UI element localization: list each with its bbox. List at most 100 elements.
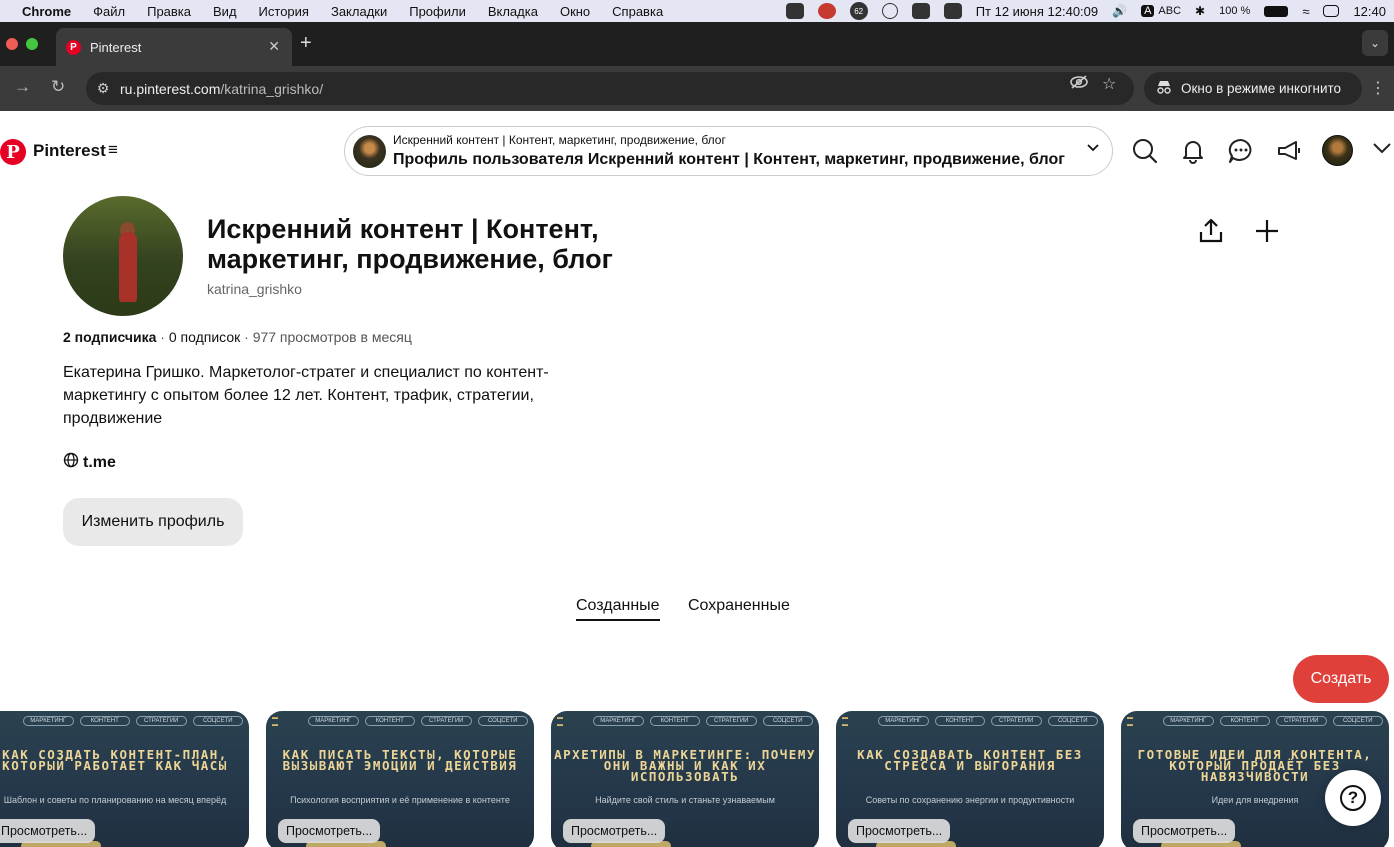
site-settings-icon[interactable]: ⚙ [86, 80, 120, 97]
messages-icon[interactable] [1227, 137, 1257, 167]
menu-edit[interactable]: Правка [147, 4, 191, 19]
help-button[interactable]: ? [1325, 770, 1381, 826]
bookmark-star-icon[interactable]: ☆ [1102, 74, 1116, 94]
menu-bookmarks[interactable]: Закладки [331, 4, 387, 19]
pin-chip: СТРАТЕГИИ [991, 716, 1042, 726]
pin-chip: КОНТЕНТ [1219, 716, 1270, 726]
pin-subtitle: Психология восприятия и её применение в … [290, 795, 510, 805]
account-avatar[interactable] [1322, 135, 1353, 166]
eye-off-icon[interactable] [1069, 74, 1089, 95]
menu-hamburger-icon[interactable]: ≡ [108, 140, 118, 160]
pinterest-favicon-icon: P [66, 39, 81, 55]
keyboard-layout[interactable]: A ABC [1141, 5, 1181, 17]
tab-saved[interactable]: Сохраненные [688, 597, 790, 619]
pin-view-button[interactable]: Просмотреть... [0, 819, 96, 843]
pin-chip: СОЦСЕТИ [762, 716, 813, 726]
profile-name: Искренний контент | Контент, маркетинг, … [207, 214, 613, 274]
menu-help[interactable]: Справка [612, 4, 663, 19]
pin-view-button[interactable]: Просмотреть... [563, 819, 666, 843]
edit-profile-button[interactable]: Изменить профиль [63, 498, 243, 546]
control-center-icon[interactable] [1323, 5, 1340, 17]
menu-history[interactable]: История [259, 4, 309, 19]
pin-view-button[interactable]: Просмотреть... [1133, 819, 1236, 843]
pin-card[interactable]: ▬▬МАРКЕТИНГКОНТЕНТСТРАТЕГИИСОЦСЕТИКАК СО… [836, 711, 1104, 847]
search-icon[interactable] [1131, 137, 1161, 167]
pin-chip-row: МАРКЕТИНГ КОНТЕНТ СТРАТЕГИИ СОЦСЕТИ [266, 711, 534, 731]
screen-tray-icon[interactable] [911, 3, 930, 19]
pin-chip-row: МАРКЕТИНГ КОНТЕНТ СТРАТЕГИИ СОЦСЕТИ [1121, 711, 1389, 731]
browser-tabstrip: P Pinterest ✕ + ⌄ [0, 22, 1394, 66]
pin-chip-row: МАРКЕТИНГ КОНТЕНТ СТРАТЕГИИ СОЦСЕТИ [0, 711, 249, 731]
tab-search-chevron-icon[interactable]: ⌄ [1362, 30, 1388, 56]
tab-title: Pinterest [90, 39, 142, 55]
pin-chip: КОНТЕНТ [649, 716, 700, 726]
menu-tab[interactable]: Вкладка [488, 4, 538, 19]
app-tray-icon[interactable] [785, 3, 804, 19]
tab-created[interactable]: Созданные [576, 597, 660, 621]
date-time[interactable]: Пт 12 июня 12:40:09 [976, 4, 1098, 19]
pin-chip-row: МАРКЕТИНГ КОНТЕНТ СТРАТЕГИИ СОЦСЕТИ [836, 711, 1104, 731]
profile-about: Екатерина Гришко. Маркетолог-стратег и с… [63, 364, 549, 427]
pin-chip: КОНТЕНТ [79, 716, 130, 726]
close-window-button[interactable] [6, 38, 18, 50]
bluetooth-icon[interactable]: ✱ [1195, 4, 1205, 18]
avatar-figure-dress [119, 232, 137, 302]
incognito-indicator[interactable]: Окно в режиме инкогнито [1144, 72, 1362, 105]
menu-view[interactable]: Вид [213, 4, 237, 19]
megaphone-icon[interactable] [1275, 137, 1305, 167]
forward-icon[interactable]: → [14, 77, 31, 97]
volume-icon[interactable]: 🔊 [1112, 4, 1127, 18]
menu-file[interactable]: Файл [93, 4, 125, 19]
pin-chip: КОНТЕНТ [934, 716, 985, 726]
website-label: t.me [83, 453, 116, 471]
menu-profiles[interactable]: Профили [409, 4, 466, 19]
pin-chip: СОЦСЕТИ [1047, 716, 1098, 726]
pinterest-logo-icon[interactable]: P [0, 139, 26, 165]
new-tab-icon[interactable]: + [300, 32, 312, 55]
incognito-label: Окно в режиме инкогнито [1181, 81, 1342, 96]
pin-chip: МАРКЕТИНГ [308, 716, 359, 726]
pin-card[interactable]: ▬ ▬ МАРКЕТИНГ КОНТЕНТ СТРАТЕГИИ СОЦСЕТИ КАК ПИ… [266, 711, 534, 847]
account-chevron-icon[interactable] [1372, 141, 1392, 157]
browser-menu-icon[interactable]: ⋮ [1370, 78, 1386, 98]
pinterest-brand[interactable]: Pinterest [33, 141, 106, 161]
menubar-clock[interactable]: 12:40 [1353, 4, 1386, 19]
badge-tray-icon[interactable]: 62 [849, 2, 868, 20]
pin-subtitle: Найдите свой стиль и станьте узнаваемым [595, 795, 775, 805]
close-tab-icon[interactable]: ✕ [268, 38, 280, 55]
monthly-views: 977 просмотров в месяц [252, 329, 412, 345]
pin-title: КАК СОЗДАТЬ КОНТЕНТ-ПЛАН, КОТОРЫЙ РАБОТА… [2, 747, 228, 773]
coffee-tray-icon[interactable] [817, 3, 836, 19]
maximize-window-button[interactable] [26, 38, 38, 50]
profile-website-link[interactable]: t.me [63, 452, 116, 473]
pin-view-button[interactable]: Просмотреть... [848, 819, 951, 843]
address-bar[interactable]: ⚙ ru.pinterest.com/katrina_grishko/ [86, 72, 1134, 105]
vpn-tray-icon[interactable] [881, 3, 898, 19]
pin-chip: СОЦСЕТИ [1332, 716, 1383, 726]
pin-chip: МАРКЕТИНГ [23, 716, 74, 726]
wifi-icon[interactable]: ≈ [1302, 4, 1309, 19]
alert-tray-icon[interactable] [943, 3, 962, 19]
following-count[interactable]: 0 подписок [169, 329, 240, 345]
pin-title: КАК ПИСАТЬ ТЕКСТЫ, КОТОРЫЕ ВЫЗЫВАЮТ ЭМОЦ… [282, 747, 518, 773]
pin-view-button[interactable]: Просмотреть... [278, 819, 381, 843]
pin-card[interactable]: ▬▬МАРКЕТИНГКОНТЕНТСТРАТЕГИИСОЦСЕТИКАК СО… [0, 711, 249, 847]
pin-title: АРХЕТИПЫ В МАРКЕТИНГЕ: ПОЧЕМУ ОНИ ВАЖНЫ … [554, 747, 816, 784]
share-profile-button[interactable] [1187, 207, 1235, 255]
menu-chrome[interactable]: Chrome [22, 4, 71, 19]
chevron-down-icon[interactable] [1086, 142, 1100, 156]
add-plus-button[interactable] [1243, 207, 1291, 255]
reload-icon[interactable]: ↻ [51, 77, 65, 97]
browser-tab-pinterest[interactable]: P Pinterest ✕ [56, 28, 292, 66]
pin-chip: СТРАТЕГИИ [1276, 716, 1327, 726]
pin-chip: КОНТЕНТ [364, 716, 415, 726]
menu-window[interactable]: Окно [560, 4, 590, 19]
help-icon: ? [1340, 785, 1366, 811]
notifications-bell-icon[interactable] [1179, 137, 1209, 167]
battery-percent[interactable]: 100 % [1219, 5, 1250, 17]
pin-card[interactable]: ▬ ▬ МАРКЕТИНГ КОНТЕНТ СТРАТЕГИИ СОЦСЕТИ АРХЕТИ… [551, 711, 819, 847]
followers-count[interactable]: 2 подписчика [63, 329, 156, 345]
create-button[interactable]: Создать [1293, 655, 1389, 703]
address-url[interactable]: ru.pinterest.com/katrina_grishko/ [120, 81, 1134, 97]
profile-search-bar[interactable]: Искренний контент | Контент, маркетинг, … [344, 126, 1113, 176]
